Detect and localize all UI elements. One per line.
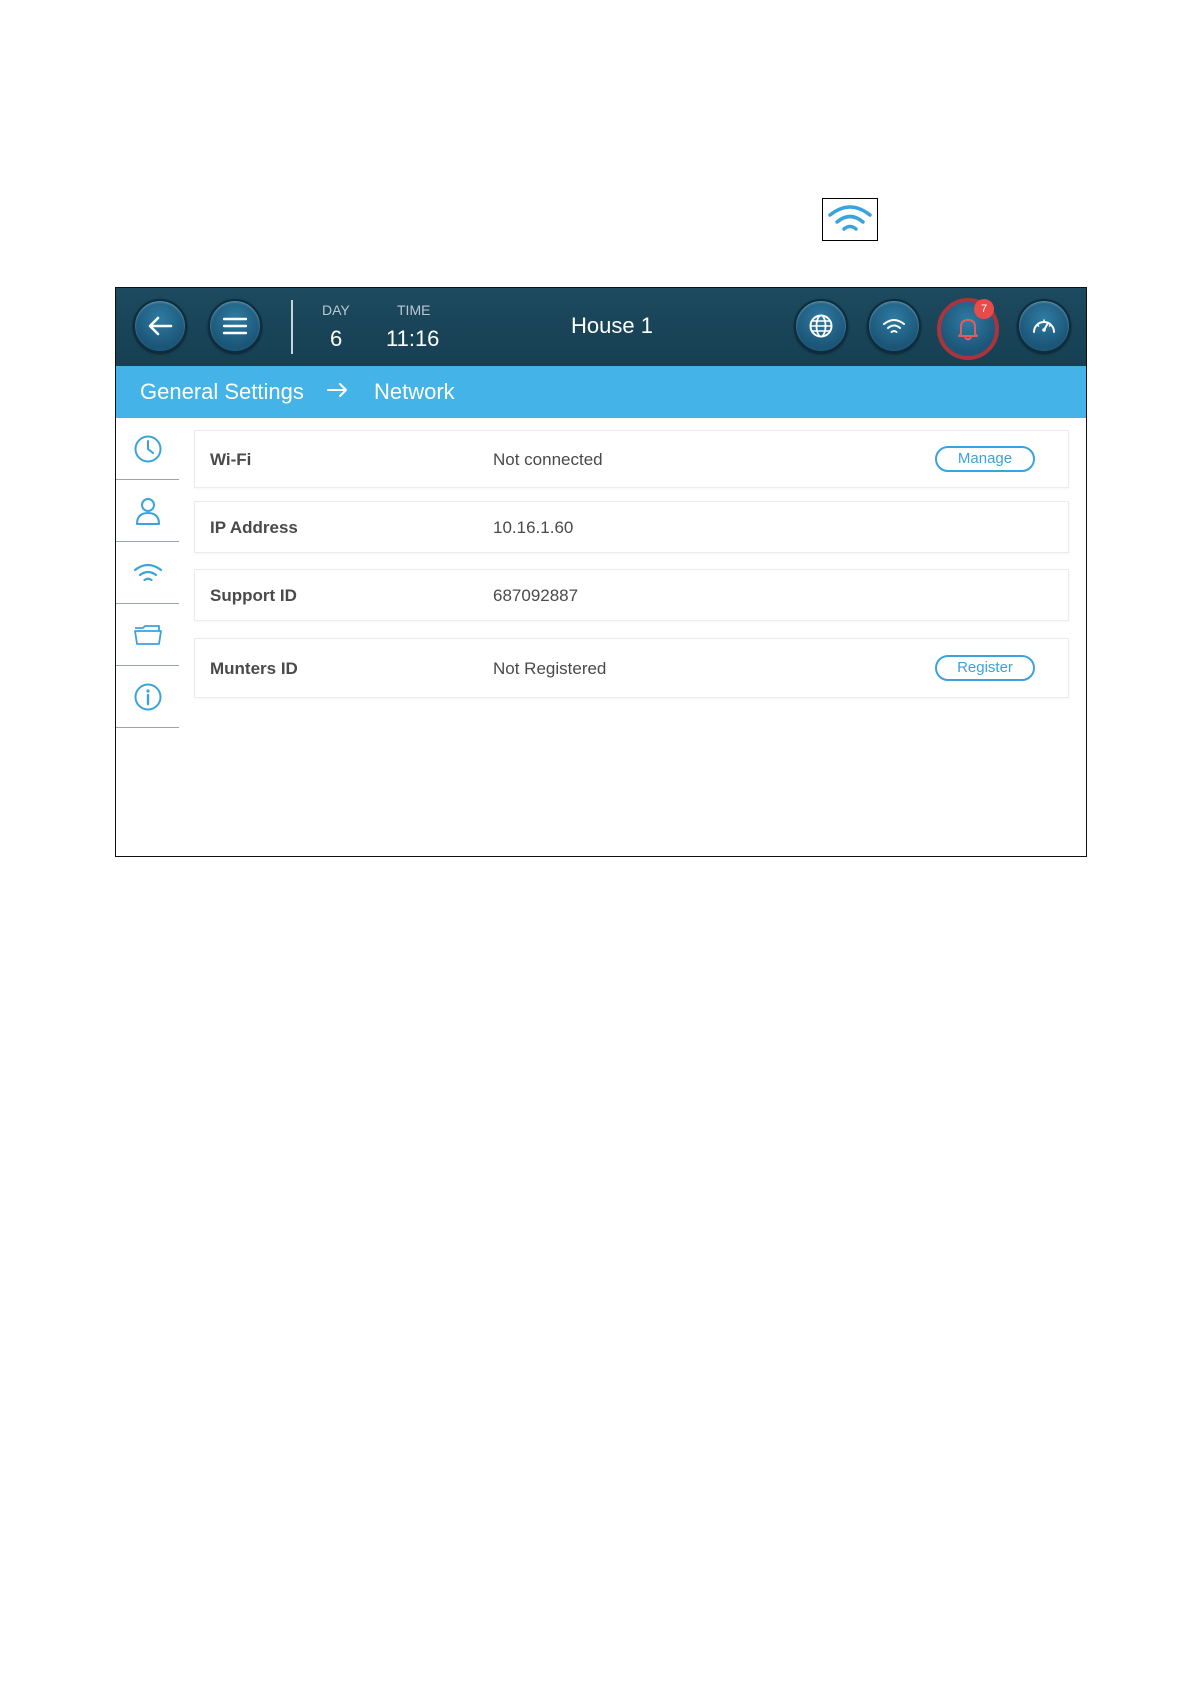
wifi-button[interactable] (867, 299, 921, 353)
register-button[interactable]: Register (935, 655, 1035, 681)
sidebar-item-info[interactable] (116, 666, 179, 728)
house-name: House 1 (571, 313, 653, 338)
alarm-count-badge: 7 (974, 299, 994, 319)
row-wifi: Wi-Fi Not connected Manage (194, 430, 1069, 488)
sidebar-item-network[interactable] (116, 542, 179, 604)
header-divider (291, 300, 293, 354)
row-munters-id: Munters ID Not Registered Register (194, 638, 1069, 698)
ip-address-label: IP Address (210, 518, 298, 537)
support-id-value: 687092887 (493, 586, 579, 605)
wifi-status: Not connected (493, 450, 603, 469)
munters-id-label: Munters ID (210, 659, 298, 678)
wifi-icon (883, 319, 905, 333)
sidebar-item-files[interactable] (116, 604, 179, 666)
manage-button[interactable]: Manage (935, 446, 1035, 472)
munters-id-value: Not Registered (493, 659, 607, 678)
folder-icon (133, 624, 162, 645)
menu-button[interactable] (208, 299, 262, 353)
wifi-icon (828, 204, 872, 231)
controller-screen: DAY 6 TIME 11:16 House 1 7 General Setti… (115, 287, 1087, 857)
sidebar-item-user[interactable] (116, 480, 179, 542)
info-icon (134, 683, 161, 710)
top-bar: DAY 6 TIME 11:16 House 1 7 (116, 288, 1086, 366)
row-ip-address: IP Address 10.16.1.60 (194, 501, 1069, 553)
breadcrumb-network: Network (374, 379, 455, 404)
wifi-legend-box (822, 198, 878, 241)
globe-icon (809, 314, 833, 338)
arrow-right-icon (327, 383, 347, 397)
gauge-button[interactable] (1017, 299, 1071, 353)
row-support-id: Support ID 687092887 (194, 569, 1069, 621)
back-button[interactable] (133, 299, 187, 353)
clock-icon (134, 435, 161, 462)
bell-icon (958, 319, 978, 341)
support-id-label: Support ID (210, 586, 297, 605)
gauge-icon (1033, 319, 1055, 333)
time-label: TIME (397, 302, 431, 318)
day-label: DAY (322, 302, 350, 318)
back-arrow-icon (148, 316, 173, 336)
settings-sidebar (116, 418, 179, 728)
breadcrumb-general-settings[interactable]: General Settings (140, 379, 304, 405)
breadcrumb: General Settings Network (116, 366, 1086, 418)
user-icon (135, 497, 160, 525)
day-value: 6 (330, 326, 343, 351)
ip-address-value: 10.16.1.60 (493, 518, 574, 537)
wifi-label: Wi-Fi (210, 450, 252, 469)
wifi-icon (133, 563, 162, 581)
sidebar-item-time[interactable] (116, 418, 179, 480)
time-value: 11:16 (386, 326, 440, 351)
menu-icon (223, 317, 247, 335)
globe-button[interactable] (794, 299, 848, 353)
